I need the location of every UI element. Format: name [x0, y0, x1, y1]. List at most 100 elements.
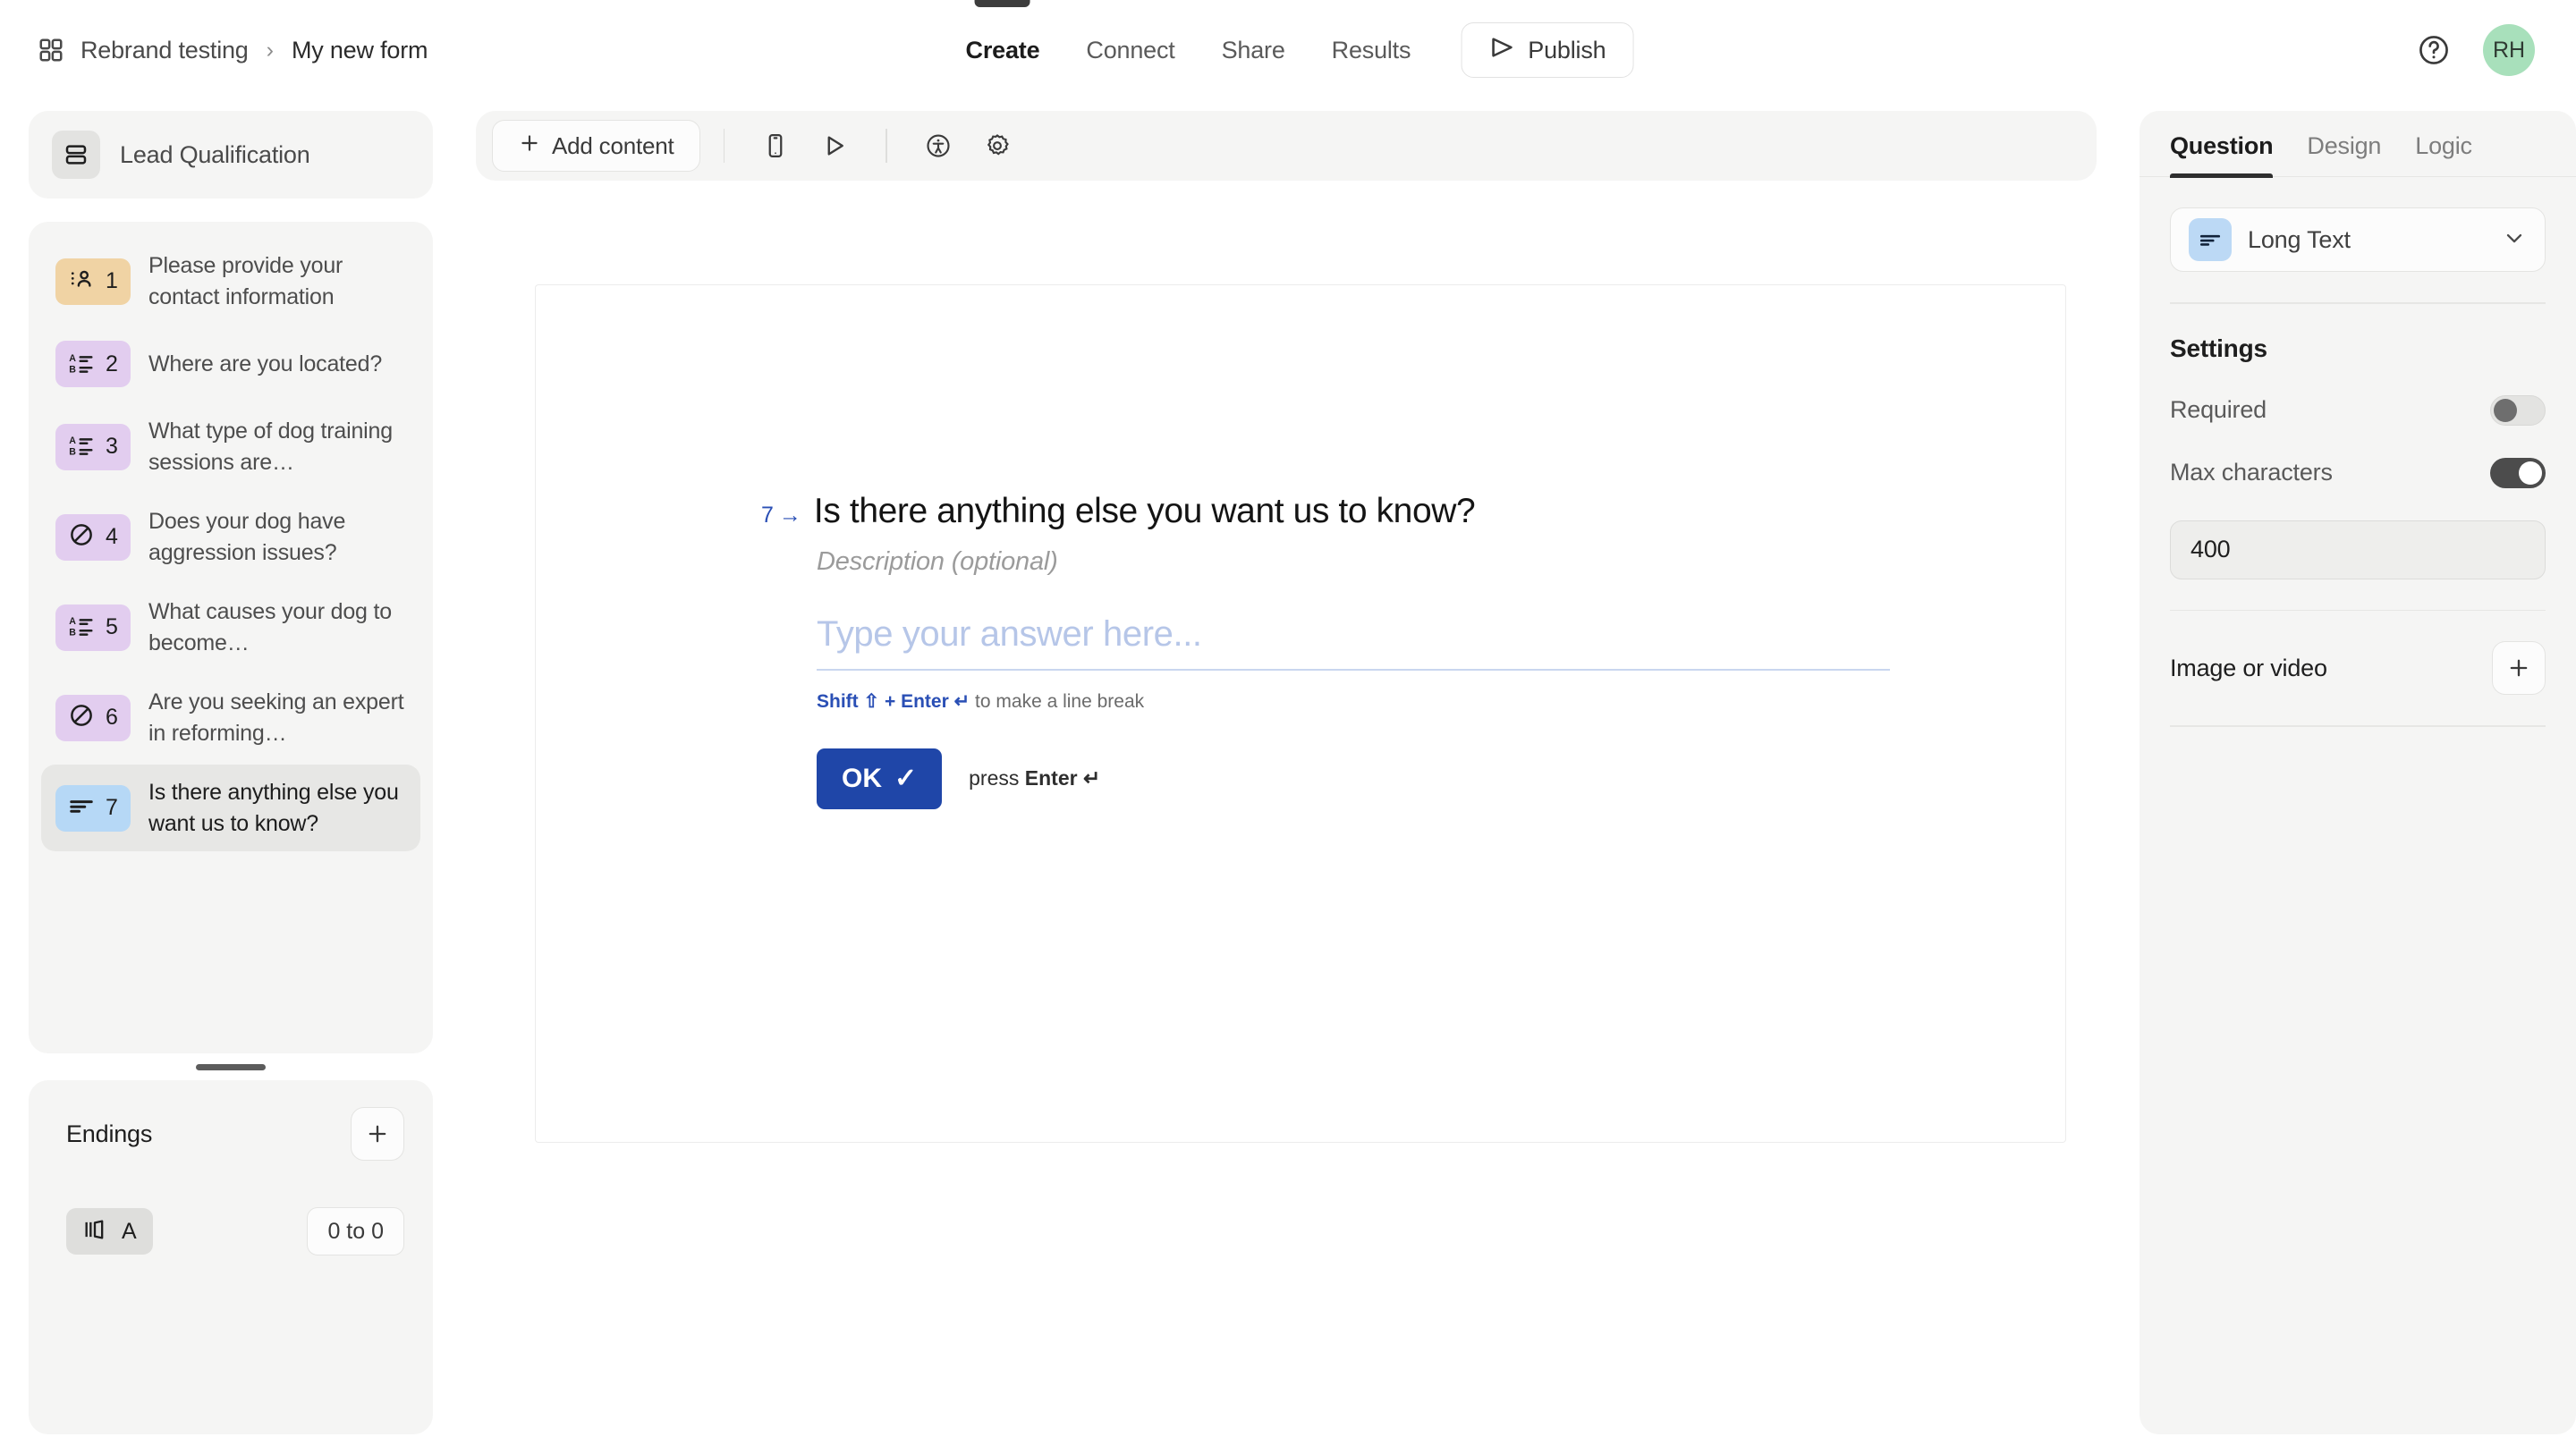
question-badge-1: 1 — [55, 258, 131, 305]
question-badge-5: A B 5 — [55, 604, 131, 651]
ending-badge-a[interactable]: A — [66, 1208, 153, 1255]
question-list-item-5[interactable]: A B 5 What causes your dog to become… — [41, 584, 420, 671]
add-content-button[interactable]: Add content — [492, 120, 700, 172]
arrow-right-icon: → — [778, 503, 801, 528]
avatar[interactable]: RH — [2483, 24, 2535, 76]
question-block: 7 → Is there anything else you want us t… — [761, 491, 1958, 809]
svg-text:A: A — [69, 616, 76, 627]
main-layout: Lead Qualification 1 Please provide your… — [0, 100, 2576, 1454]
canvas-toolbar: Add content — [476, 111, 2097, 181]
multiple-choice-icon: A B — [68, 431, 95, 462]
question-list-item-3[interactable]: A B 3 What type of dog training sessions… — [41, 403, 420, 490]
tab-question[interactable]: Question — [2170, 132, 2289, 178]
accessibility-icon[interactable] — [911, 118, 966, 173]
question-type-label: Long Text — [2248, 225, 2351, 253]
required-setting-row: Required — [2170, 394, 2546, 426]
endings-header: Endings — [52, 1103, 410, 1161]
tab-results[interactable]: Results — [1309, 0, 1435, 100]
question-number-5: 5 — [106, 614, 118, 639]
line-break-hint: Shift ⇧ + Enter ↵ to make a line break — [817, 690, 1958, 713]
panel-divider — [2170, 302, 2546, 304]
breadcrumb-workspace[interactable]: Rebrand testing — [80, 37, 249, 64]
required-label: Required — [2170, 396, 2267, 423]
ending-row: A 0 to 0 — [52, 1207, 410, 1255]
publish-button[interactable]: Publish — [1461, 22, 1634, 78]
question-list-item-4[interactable]: 4 Does your dog have aggression issues? — [41, 494, 420, 580]
panel-divider — [2170, 725, 2546, 727]
hint-enter-glyph: ↵ — [953, 690, 970, 712]
right-settings-panel: Question Design Logic Long Text Settings… — [2140, 111, 2576, 1434]
answer-input[interactable]: Type your answer here... — [817, 614, 1890, 671]
question-list-item-7[interactable]: 7 Is there anything else you want us to … — [41, 765, 420, 851]
max-characters-setting-row: Max characters — [2170, 457, 2546, 488]
long-text-icon — [2189, 218, 2232, 261]
yes-no-icon — [68, 702, 95, 733]
top-bar-right: RH — [2417, 24, 2576, 76]
hint-shift: Shift — [817, 690, 859, 712]
help-icon[interactable] — [2417, 33, 2451, 67]
hint-rest: to make a line break — [975, 690, 1145, 712]
top-bar: Rebrand testing › My new form Create Con… — [0, 0, 2576, 100]
question-list-item-6[interactable]: 6 Are you seeking an expert in reforming… — [41, 674, 420, 761]
tab-create[interactable]: Create — [943, 0, 1063, 100]
question-number-3: 3 — [106, 434, 118, 459]
svg-text:B: B — [69, 364, 76, 375]
mobile-preview-icon[interactable] — [748, 118, 803, 173]
enter-glyph-icon: ↵ — [1082, 766, 1101, 790]
question-description-placeholder[interactable]: Description (optional) — [817, 547, 1958, 577]
long-text-icon — [68, 792, 95, 824]
contact-info-icon — [68, 266, 95, 297]
settings-gear-icon[interactable] — [970, 118, 1025, 173]
form-header[interactable]: Lead Qualification — [29, 111, 433, 199]
ending-label-a: A — [122, 1218, 137, 1244]
multiple-choice-icon: A B — [68, 612, 95, 643]
ok-button[interactable]: OK ✓ — [817, 748, 943, 809]
tab-share[interactable]: Share — [1199, 0, 1309, 100]
endings-panel: Endings A 0 to 0 — [29, 1080, 433, 1434]
ok-label: OK — [842, 763, 882, 793]
question-text-2: Where are you located? — [148, 351, 383, 376]
svg-text:B: B — [69, 446, 76, 457]
tab-design[interactable]: Design — [2307, 132, 2397, 176]
right-panel-body: Long Text Settings Required Max characte… — [2140, 177, 2576, 727]
question-badge-4: 4 — [55, 513, 131, 561]
center-column: Add content 7 → Is there anything else y… — [462, 100, 2140, 1454]
sidebar-resize-handle[interactable] — [196, 1063, 266, 1070]
question-text-7: Is there anything else you want us to kn… — [148, 780, 399, 836]
tab-connect[interactable]: Connect — [1063, 0, 1198, 100]
tab-logic[interactable]: Logic — [2415, 132, 2488, 176]
max-characters-toggle[interactable] — [2490, 457, 2546, 488]
add-ending-button[interactable] — [351, 1107, 404, 1161]
ending-range-pill[interactable]: 0 to 0 — [307, 1207, 404, 1255]
breadcrumb-form-title[interactable]: My new form — [292, 37, 428, 64]
question-text-3: What type of dog training sessions are… — [148, 418, 393, 475]
question-title[interactable]: Is there anything else you want us to kn… — [814, 491, 1476, 533]
question-list-item-2[interactable]: A B 2 Where are you located? — [41, 328, 420, 400]
add-media-button[interactable] — [2492, 641, 2546, 695]
endings-title: Endings — [66, 1120, 153, 1147]
max-characters-label: Max characters — [2170, 459, 2333, 486]
question-type-select[interactable]: Long Text — [2170, 207, 2546, 272]
question-number-2: 2 — [106, 351, 118, 376]
required-toggle[interactable] — [2490, 394, 2546, 426]
preview-play-icon[interactable] — [807, 118, 862, 173]
question-list-item-1[interactable]: 1 Please provide your contact informatio… — [41, 238, 420, 325]
max-characters-input[interactable] — [2170, 520, 2546, 579]
question-number-7: 7 — [106, 795, 118, 820]
press-enter-hint: press Enter ↵ — [969, 766, 1100, 790]
question-badge-6: 6 — [55, 694, 131, 741]
question-number-4: 4 — [106, 524, 118, 549]
question-text-1: Please provide your contact information — [148, 253, 343, 309]
toolbar-divider — [723, 129, 725, 163]
add-content-label: Add content — [552, 131, 674, 159]
breadcrumb-separator: › — [266, 37, 274, 63]
form-name: Lead Qualification — [120, 140, 310, 168]
toolbar-divider — [886, 129, 887, 163]
ok-row: OK ✓ press Enter ↵ — [817, 748, 1958, 809]
press-prefix: press — [969, 766, 1020, 790]
send-icon — [1488, 34, 1515, 67]
svg-text:A: A — [69, 435, 76, 446]
workspace-grid-icon[interactable] — [38, 37, 64, 63]
right-panel-tabs: Question Design Logic — [2140, 111, 2576, 178]
multiple-choice-icon: A B — [68, 349, 95, 380]
